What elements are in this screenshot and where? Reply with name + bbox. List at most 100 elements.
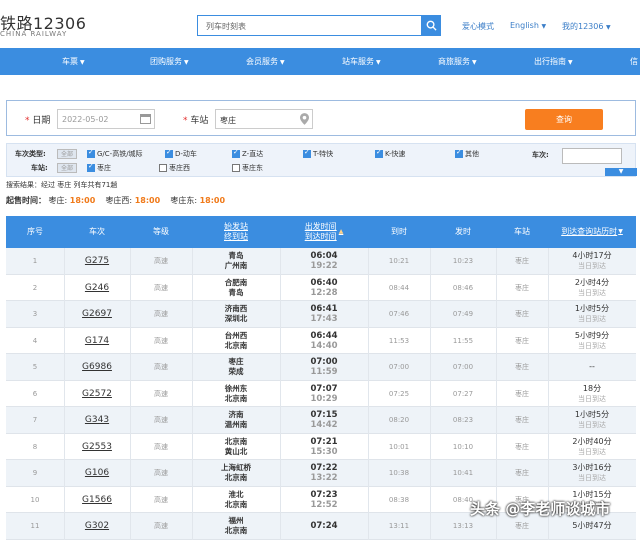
train-grade: 高速 — [154, 310, 168, 319]
arrival-time: 14:40 — [310, 340, 338, 351]
departure-time: 06:04 — [310, 251, 338, 262]
chevron-down-icon: ▼ — [80, 59, 85, 66]
arrive-time: 10:01 — [388, 442, 410, 451]
presale-times: 起售时间： 枣庄: 18:00 枣庄西: 18:00 枣庄东: 18:00 — [6, 195, 225, 206]
train-number-link[interactable]: G343 — [64, 407, 130, 434]
train-number-link[interactable]: G246 — [64, 275, 130, 302]
terminal-station: 荣成 — [228, 367, 244, 377]
filter-station-zaozhuangdong[interactable]: 枣庄东 — [232, 163, 263, 173]
stop-station: 枣庄 — [515, 442, 529, 451]
arrival-time: 12:52 — [310, 499, 338, 510]
train-number-link[interactable]: G1566 — [64, 487, 130, 514]
date-label-text: 日期 — [32, 116, 51, 126]
origin-station: 淮北 — [228, 489, 244, 499]
presale-label: 起售时间： — [6, 196, 46, 205]
search-button[interactable] — [421, 15, 441, 36]
train-number-link[interactable]: G106 — [64, 460, 130, 487]
duration: 4小时17分 当日到达 — [548, 248, 636, 275]
filter-station-zaozhuangxi[interactable]: 枣庄西 — [159, 163, 190, 173]
checkbox-icon — [159, 164, 167, 172]
row-number: 10 — [30, 495, 40, 504]
sort-icon: ▲ — [338, 228, 344, 235]
nav-tickets[interactable]: 车票 ▼ — [62, 56, 85, 67]
nav-guide-label: 出行指南 — [534, 57, 566, 66]
train-number-link[interactable]: G174 — [64, 328, 130, 355]
departure-time: 06:41 — [310, 304, 338, 315]
terminal-station: 北京南 — [224, 499, 248, 509]
filter-type-k[interactable]: K-快速 — [375, 148, 405, 159]
depart-time: 07:27 — [452, 389, 474, 398]
origin-station: 上海虹桥 — [221, 463, 251, 473]
col-header-duration[interactable]: 到达查询站历时 ▼ — [548, 216, 636, 248]
row-number: 3 — [32, 310, 38, 319]
filter-type-other[interactable]: 其他 — [455, 148, 479, 159]
search-input[interactable]: 列车时刻表 — [197, 15, 421, 36]
route-times: 07:00 11:59 — [280, 354, 368, 381]
arrival-day: 当日到达 — [578, 447, 606, 456]
accessibility-mode-link[interactable]: 爱心模式 — [462, 21, 494, 32]
collapse-filters-button[interactable]: ▼ — [605, 168, 637, 176]
arrive-time: 13:11 — [388, 522, 410, 531]
filter-type-t[interactable]: T-特快 — [303, 148, 334, 159]
nav-station-label: 站车服务 — [342, 57, 374, 66]
train-number-link[interactable]: G2553 — [64, 434, 130, 461]
station-field[interactable]: 枣庄 — [215, 109, 313, 129]
terminal-station: 温州南 — [224, 420, 248, 430]
calendar-icon — [140, 114, 151, 124]
row-number: 6 — [32, 389, 38, 398]
row-number: 4 — [32, 336, 38, 345]
table-row: 2 G246 高速 合肥南 青岛 06:40 12:28 08:44 08:46 枣庄 2小时4分当… — [6, 274, 636, 302]
col-header-times[interactable]: 出发时间 到达时间 ▲ — [280, 216, 368, 248]
station-all-button[interactable]: 全部 — [57, 163, 80, 173]
col-header-stations[interactable]: 始发站 终到站 — [192, 216, 280, 248]
train-number-link[interactable]: G2572 — [64, 381, 130, 408]
filter-type-gc[interactable]: G/C-高铁/城际 — [87, 148, 143, 159]
origin-station: 济南 — [228, 410, 244, 420]
train-number-link[interactable]: G6986 — [64, 354, 130, 381]
train-number-input[interactable] — [562, 148, 622, 164]
route-stations: 台州西 北京南 — [192, 328, 280, 355]
filter-type-t-label: T-特快 — [313, 150, 334, 158]
col-header-times-label: 出发时间 到达时间 — [304, 222, 337, 241]
search-icon — [426, 20, 437, 31]
type-all-button[interactable]: 全部 — [57, 149, 80, 159]
my-12306-link[interactable]: 我的12306 ▼ — [562, 21, 611, 32]
depart-time: 07:00 — [452, 363, 474, 372]
duration-value: 3小时16分 — [572, 463, 612, 473]
nav-group-service[interactable]: 团购服务 ▼ — [150, 56, 189, 67]
filter-station-zaozhuang-label: 枣庄 — [97, 164, 111, 172]
chevron-down-icon: ▼ — [184, 59, 189, 66]
nav-more[interactable]: 信 — [630, 56, 638, 67]
table-row: 9 G106 高速 上海虹桥 北京南 07:22 13:22 10:38 10:41 枣庄 3小时1… — [6, 460, 636, 487]
query-button[interactable]: 查询 — [525, 109, 603, 130]
nav-station-service[interactable]: 站车服务 ▼ — [342, 56, 381, 67]
train-grade: 高速 — [154, 336, 168, 345]
stop-station: 枣庄 — [515, 416, 529, 425]
arrival-time: 19:22 — [310, 261, 338, 272]
date-field[interactable]: 2022-05-02 — [57, 109, 155, 129]
route-stations: 枣庄 荣成 — [192, 354, 280, 381]
duration-value: 1小时5分 — [574, 304, 610, 314]
train-number-link[interactable]: G2697 — [64, 301, 130, 328]
departure-time: 07:23 — [310, 489, 338, 500]
nav-member-service[interactable]: 会员服务 ▼ — [246, 56, 285, 67]
train-number-link[interactable]: G275 — [64, 248, 130, 275]
route-times: 07:24 — [280, 513, 368, 540]
filter-type-z-label: Z-直达 — [242, 150, 264, 158]
query-bar: * 日期 2022-05-02 * 车站 枣庄 查询 — [6, 100, 636, 136]
departure-time: 07:21 — [310, 436, 338, 447]
train-number-link[interactable]: G302 — [64, 513, 130, 540]
presale-station-1: 枣庄: — [48, 196, 68, 205]
nav-travel-guide[interactable]: 出行指南 ▼ — [534, 56, 573, 67]
train-grade: 高速 — [154, 257, 168, 266]
duration-value: 2小时4分 — [574, 277, 610, 287]
filter-type-z[interactable]: Z-直达 — [232, 148, 264, 159]
english-link[interactable]: English ▼ — [510, 21, 546, 30]
filter-station-zaozhuangdong-label: 枣庄东 — [242, 164, 263, 172]
nav-business-service[interactable]: 商旅服务 ▼ — [438, 56, 477, 67]
filter-station-zaozhuang[interactable]: 枣庄 — [87, 162, 111, 173]
duration: 2小时4分 当日到达 — [548, 275, 636, 302]
departure-time: 07:00 — [310, 357, 338, 368]
filter-type-d[interactable]: D-动车 — [165, 148, 197, 159]
departure-time: 06:44 — [310, 330, 338, 341]
